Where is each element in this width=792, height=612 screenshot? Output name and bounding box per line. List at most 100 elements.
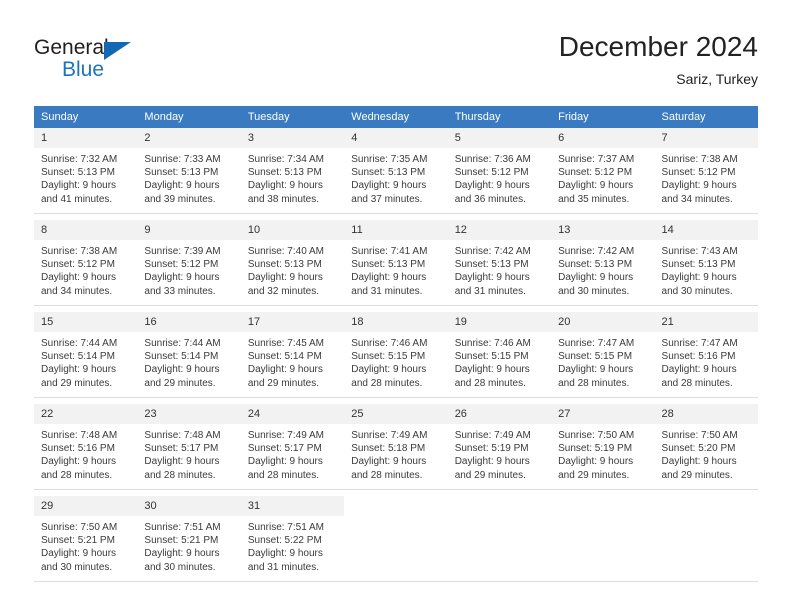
day-sunrise-line: Sunrise: 7:48 AM: [41, 430, 118, 441]
day-sunrise-line: Sunrise: 7:42 AM: [454, 246, 531, 257]
calendar-week-row: 15 Sunrise: 7:44 AM Sunset: 5:14 PM Dayligh…: [34, 312, 758, 398]
calendar-day-cell[interactable]: 27 Sunrise: 7:50 AM Sunset: 5:19 PM Dayligh…: [551, 404, 655, 490]
day-daylight-line: and 29 minutes.: [454, 469, 526, 481]
day-daylight-line: and 31 minutes.: [351, 285, 423, 297]
day-number: 1: [34, 128, 138, 148]
day-daylight-line: Daylight: 9 hours: [454, 456, 530, 468]
weekday-header-tuesday: Tuesday: [240, 106, 345, 128]
day-daylight-line: and 28 minutes.: [41, 469, 113, 481]
day-details: Sunrise: 7:49 AM Sunset: 5:18 PM Daylight:…: [344, 424, 447, 489]
calendar-day-cell[interactable]: 28 Sunrise: 7:50 AM Sunset: 5:20 PM Dayligh…: [654, 404, 758, 490]
day-number: 3: [240, 128, 345, 148]
day-sunrise-line: Sunrise: 7:46 AM: [351, 338, 428, 349]
day-daylight-line: and 37 minutes.: [351, 193, 423, 205]
title-block: December 2024 Sariz, Turkey: [559, 30, 758, 88]
day-sunrise-line: Sunrise: 7:42 AM: [558, 246, 635, 257]
day-number: 18: [344, 312, 448, 332]
day-details: Sunrise: 7:44 AM Sunset: 5:14 PM Daylight:…: [137, 332, 240, 397]
calendar-day-cell[interactable]: 7 Sunrise: 7:38 AM Sunset: 5:12 PM Daylight…: [654, 128, 758, 214]
calendar-day-cell[interactable]: 30 Sunrise: 7:51 AM Sunset: 5:21 PM Dayligh…: [137, 496, 241, 582]
day-sunrise-line: Sunrise: 7:32 AM: [41, 154, 118, 165]
day-sunrise-line: Sunrise: 7:51 AM: [144, 522, 221, 533]
calendar-day-cell[interactable]: 12 Sunrise: 7:42 AM Sunset: 5:13 PM Dayligh…: [447, 220, 552, 306]
calendar-day-cell[interactable]: 10 Sunrise: 7:40 AM Sunset: 5:13 PM Dayligh…: [240, 220, 345, 306]
calendar-page: General Blue December 2024 Sariz, Turkey…: [0, 0, 792, 612]
day-sunrise-line: Sunrise: 7:38 AM: [661, 154, 738, 165]
calendar-day-cell[interactable]: 24 Sunrise: 7:49 AM Sunset: 5:17 PM Dayligh…: [240, 404, 345, 490]
calendar-day-cell[interactable]: 18 Sunrise: 7:46 AM Sunset: 5:15 PM Dayligh…: [344, 312, 448, 398]
day-sunrise-line: Sunrise: 7:45 AM: [247, 338, 324, 349]
calendar-day-cell[interactable]: 26 Sunrise: 7:49 AM Sunset: 5:19 PM Dayligh…: [447, 404, 552, 490]
day-sunset-line: Sunset: 5:22 PM: [247, 535, 322, 547]
calendar-day-cell[interactable]: 6 Sunrise: 7:37 AM Sunset: 5:12 PM Daylight…: [551, 128, 655, 214]
day-sunset-line: Sunset: 5:21 PM: [144, 535, 219, 547]
day-details: Sunrise: 7:51 AM Sunset: 5:21 PM Daylight:…: [137, 516, 240, 581]
calendar-day-cell[interactable]: 15 Sunrise: 7:44 AM Sunset: 5:14 PM Dayligh…: [34, 312, 138, 398]
day-number: 30: [137, 496, 241, 516]
day-sunset-line: Sunset: 5:15 PM: [558, 351, 633, 363]
day-sunset-line: Sunset: 5:12 PM: [454, 167, 529, 179]
calendar-day-cell[interactable]: 22 Sunrise: 7:48 AM Sunset: 5:16 PM Dayligh…: [34, 404, 138, 490]
day-number: 7: [654, 128, 758, 148]
weekday-header-monday: Monday: [137, 106, 241, 128]
day-sunset-line: Sunset: 5:14 PM: [144, 351, 219, 363]
day-sunrise-line: Sunrise: 7:49 AM: [454, 430, 531, 441]
calendar-day-cell[interactable]: 13 Sunrise: 7:42 AM Sunset: 5:13 PM Dayligh…: [551, 220, 655, 306]
day-sunrise-line: Sunrise: 7:47 AM: [661, 338, 738, 349]
calendar-day-cell[interactable]: 1 Sunrise: 7:32 AM Sunset: 5:13 PM Daylight…: [34, 128, 138, 214]
day-daylight-line: and 28 minutes.: [247, 469, 320, 481]
calendar-header-row: Sunday Monday Tuesday Wednesday Thursday Frid…: [34, 106, 758, 128]
day-number: [654, 496, 758, 516]
calendar-day-cell[interactable]: 5 Sunrise: 7:36 AM Sunset: 5:12 PM Daylight…: [447, 128, 552, 214]
day-daylight-line: Daylight: 9 hours: [144, 272, 220, 284]
day-daylight-line: Daylight: 9 hours: [247, 180, 323, 192]
weekday-header-wednesday: Wednesday: [344, 106, 448, 128]
day-details: Sunrise: 7:32 AM Sunset: 5:13 PM Daylight:…: [34, 148, 137, 213]
calendar-day-cell[interactable]: 29 Sunrise: 7:50 AM Sunset: 5:21 PM Dayligh…: [34, 496, 138, 582]
calendar-day-cell[interactable]: 3 Sunrise: 7:34 AM Sunset: 5:13 PM Daylight…: [240, 128, 345, 214]
day-sunset-line: Sunset: 5:18 PM: [351, 443, 426, 455]
day-details: Sunrise: 7:36 AM Sunset: 5:12 PM Daylight:…: [448, 148, 551, 213]
calendar-day-cell[interactable]: 17 Sunrise: 7:45 AM Sunset: 5:14 PM Dayligh…: [240, 312, 345, 398]
calendar-day-cell[interactable]: 2 Sunrise: 7:33 AM Sunset: 5:13 PM Daylight…: [137, 128, 241, 214]
day-number: 4: [344, 128, 448, 148]
calendar-day-cell[interactable]: 11 Sunrise: 7:41 AM Sunset: 5:13 PM Dayligh…: [344, 220, 448, 306]
day-daylight-line: and 29 minutes.: [247, 377, 320, 389]
day-daylight-line: and 30 minutes.: [661, 285, 733, 297]
calendar-day-cell[interactable]: 19 Sunrise: 7:46 AM Sunset: 5:15 PM Dayligh…: [447, 312, 552, 398]
page-title: December 2024: [558, 31, 758, 62]
calendar-body: 1 Sunrise: 7:32 AM Sunset: 5:13 PM Daylight…: [34, 128, 758, 582]
calendar-day-cell[interactable]: 14 Sunrise: 7:43 AM Sunset: 5:13 PM Dayligh…: [654, 220, 758, 306]
calendar-week-row: 22 Sunrise: 7:48 AM Sunset: 5:16 PM Dayligh…: [34, 404, 758, 490]
day-sunrise-line: Sunrise: 7:34 AM: [247, 154, 324, 165]
calendar-day-cell[interactable]: 21 Sunrise: 7:47 AM Sunset: 5:16 PM Dayligh…: [654, 312, 758, 398]
day-number: [551, 496, 655, 516]
day-daylight-line: and 41 minutes.: [41, 193, 113, 205]
day-sunset-line: Sunset: 5:12 PM: [558, 167, 633, 179]
day-daylight-line: and 28 minutes.: [558, 377, 630, 389]
day-details: Sunrise: 7:48 AM Sunset: 5:17 PM Daylight:…: [137, 424, 240, 489]
day-details: Sunrise: 7:42 AM Sunset: 5:13 PM Daylight:…: [551, 240, 654, 305]
general-blue-logo: General Blue: [34, 36, 214, 84]
day-daylight-line: Daylight: 9 hours: [247, 548, 323, 560]
day-daylight-line: and 30 minutes.: [144, 561, 216, 573]
day-sunrise-line: Sunrise: 7:48 AM: [144, 430, 221, 441]
calendar-day-cell[interactable]: 23 Sunrise: 7:48 AM Sunset: 5:17 PM Dayligh…: [137, 404, 241, 490]
calendar-day-cell[interactable]: 20 Sunrise: 7:47 AM Sunset: 5:15 PM Dayligh…: [551, 312, 655, 398]
calendar-day-cell[interactable]: 31 Sunrise: 7:51 AM Sunset: 5:22 PM Dayligh…: [240, 496, 345, 582]
day-number: 25: [344, 404, 448, 424]
day-sunset-line: Sunset: 5:13 PM: [41, 167, 115, 179]
day-sunrise-line: Sunrise: 7:46 AM: [454, 338, 531, 349]
day-daylight-line: and 32 minutes.: [247, 285, 320, 297]
day-daylight-line: and 39 minutes.: [144, 193, 216, 205]
calendar-day-cell[interactable]: 9 Sunrise: 7:39 AM Sunset: 5:12 PM Daylight…: [137, 220, 241, 306]
calendar-day-cell[interactable]: 8 Sunrise: 7:38 AM Sunset: 5:12 PM Daylight…: [34, 220, 138, 306]
day-daylight-line: Daylight: 9 hours: [247, 364, 323, 376]
day-details: [655, 516, 758, 581]
calendar-day-cell[interactable]: 16 Sunrise: 7:44 AM Sunset: 5:14 PM Dayligh…: [137, 312, 241, 398]
day-daylight-line: Daylight: 9 hours: [351, 456, 427, 468]
calendar-day-cell[interactable]: 4 Sunrise: 7:35 AM Sunset: 5:13 PM Daylight…: [344, 128, 448, 214]
calendar-day-cell[interactable]: 25 Sunrise: 7:49 AM Sunset: 5:18 PM Dayligh…: [344, 404, 448, 490]
day-sunset-line: Sunset: 5:12 PM: [41, 259, 115, 271]
day-number: 22: [34, 404, 138, 424]
